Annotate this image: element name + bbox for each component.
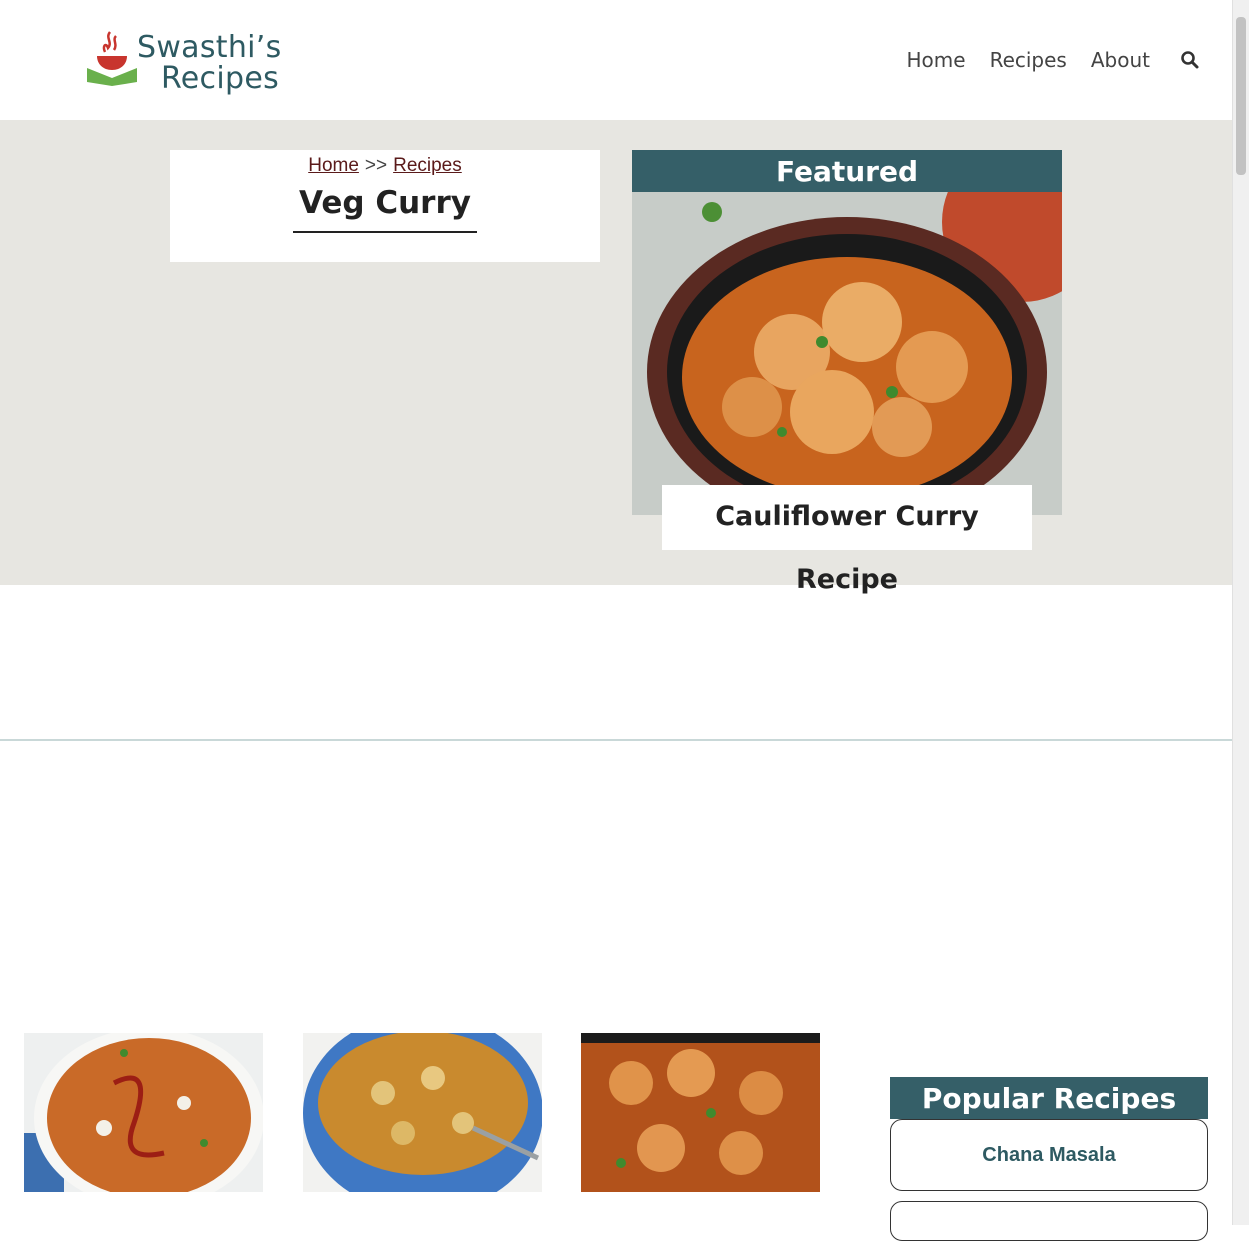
bowl-logo-icon [87,31,137,86]
nav-about[interactable]: About [1091,48,1150,72]
popular-recipes-heading: Popular Recipes [890,1077,1208,1119]
section-divider [0,739,1232,741]
featured-recipe-title[interactable]: Cauliflower Curry Recipe [662,485,1032,595]
popular-recipes-widget: Popular Recipes Chana Masala [890,1077,1208,1241]
logo-line1: Swasthi’s [137,30,282,65]
main-nav: Home Recipes About [907,48,1150,72]
featured-recipe-card[interactable]: Featured Cauliflower Curry Recipe [632,150,1062,595]
logo-line2: Recipes [161,61,280,96]
search-icon[interactable] [1180,50,1200,70]
breadcrumb-recipes[interactable]: Recipes [393,155,462,176]
page-scrollbar[interactable] [1232,0,1249,1225]
breadcrumb-home[interactable]: Home [308,155,359,176]
popular-item[interactable] [890,1201,1208,1241]
scrollbar-thumb[interactable] [1236,17,1246,175]
nav-home[interactable]: Home [907,48,966,72]
hero-section: Home >> Recipes Veg Curry Featured Cauli… [0,120,1232,595]
recipe-thumbnail[interactable] [581,1033,820,1192]
recipe-thumbnail[interactable] [303,1033,542,1192]
popular-item-chana-masala[interactable]: Chana Masala [890,1119,1208,1191]
logo-text: Swasthi’s Recipes [137,32,282,94]
featured-label: Featured [632,150,1062,192]
featured-recipe-image[interactable] [632,192,1062,515]
title-box: Home >> Recipes Veg Curry [170,150,600,262]
site-header: Swasthi’s Recipes Home Recipes About [0,0,1232,120]
nav-recipes[interactable]: Recipes [990,48,1067,72]
breadcrumb: Home >> Recipes [170,155,600,177]
recipe-thumbnail[interactable] [24,1033,263,1192]
page-title: Veg Curry [293,185,477,233]
site-logo[interactable]: Swasthi’s Recipes [85,30,285,100]
breadcrumb-separator: >> [364,155,388,176]
